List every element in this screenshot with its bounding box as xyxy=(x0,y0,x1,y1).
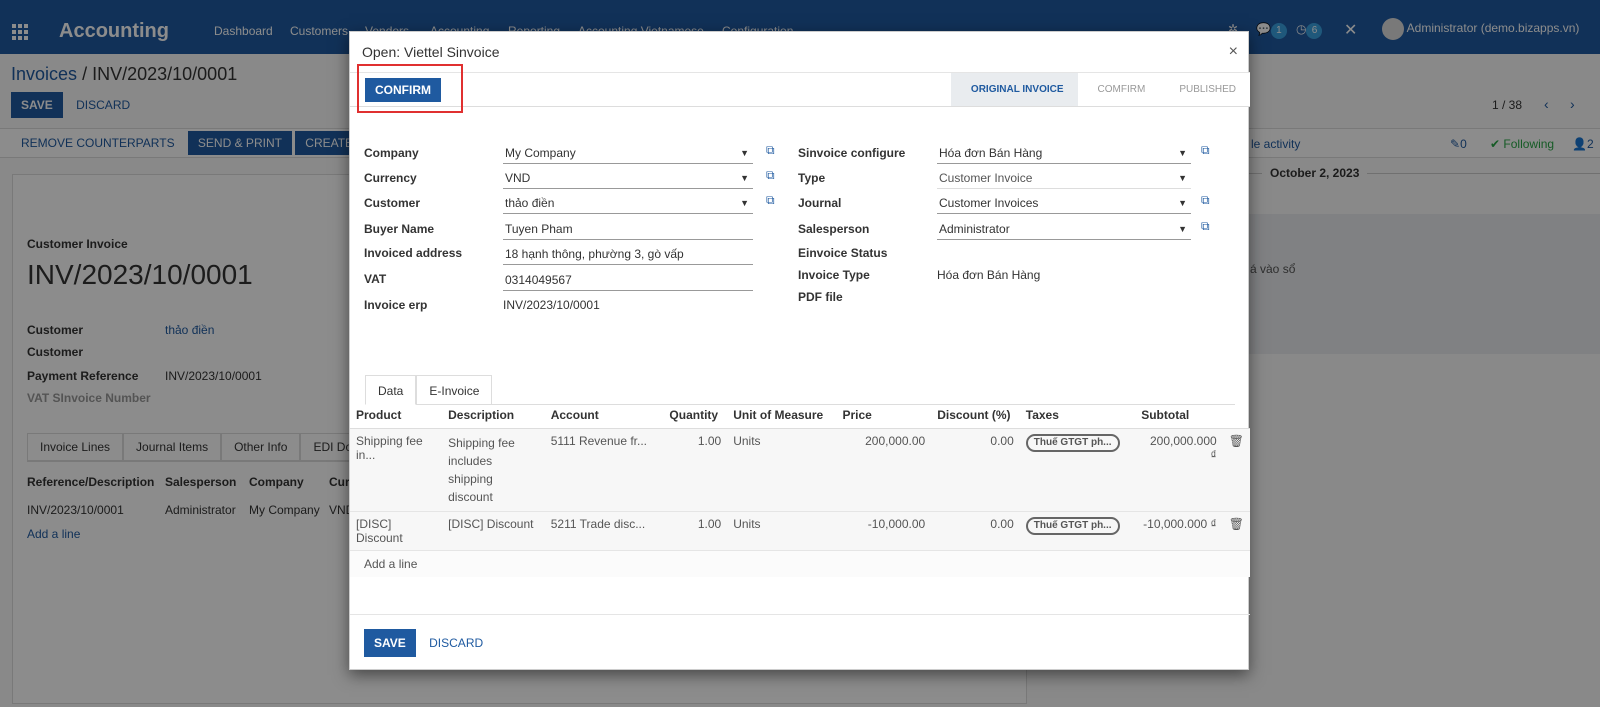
col-quantity[interactable]: Quantity xyxy=(663,403,728,429)
company-select[interactable]: My Company ▼ xyxy=(503,144,753,164)
label-einvoice-status: Einvoice Status xyxy=(798,246,888,260)
external-link-icon[interactable]: ⧉ xyxy=(1201,193,1210,208)
external-link-icon[interactable]: ⧉ xyxy=(1201,143,1210,158)
label-sinvoice-configure: Sinvoice configure xyxy=(798,146,906,160)
cell-quantity[interactable]: 1.00 xyxy=(663,428,727,511)
tab-data[interactable]: Data xyxy=(365,375,417,405)
cell-quantity[interactable]: 1.00 xyxy=(663,511,727,550)
col-account[interactable]: Account xyxy=(544,403,664,429)
cell-product[interactable]: [DISC] Discount xyxy=(350,511,442,550)
currency-select[interactable]: VND ▼ xyxy=(503,169,753,189)
label-salesperson: Salesperson xyxy=(798,222,870,236)
label-buyer-name: Buyer Name xyxy=(364,222,435,236)
step-published[interactable]: PUBLISHED xyxy=(1159,73,1250,106)
tax-badge[interactable]: Thuế GTGT ph... xyxy=(1025,433,1120,452)
col-discount[interactable]: Discount (%) xyxy=(931,403,1020,429)
external-link-icon[interactable]: ⧉ xyxy=(766,193,775,208)
label-company: Company xyxy=(364,146,419,160)
modal-footer: SAVE DISCARD xyxy=(350,614,1250,671)
discard-button[interactable]: DISCARD xyxy=(419,629,493,657)
modal-title: Open: Viettel Sinvoice xyxy=(362,44,500,60)
label-invoice-erp: Invoice erp xyxy=(364,298,428,312)
invoiced-address-input[interactable]: 18 hạnh thông, phường 3, gò vấp xyxy=(503,245,753,265)
external-link-icon[interactable]: ⧉ xyxy=(766,168,775,183)
cell-uom[interactable]: Units xyxy=(727,428,836,511)
table-row[interactable]: Shipping fee in... Shipping fee includes… xyxy=(350,428,1250,511)
cell-discount[interactable]: 0.00 xyxy=(931,428,1020,511)
cell-product[interactable]: Shipping fee in... xyxy=(350,428,442,511)
status-bar: CONFIRM ORIGINAL INVOICE COMFIRM PUBLISH… xyxy=(350,73,1250,107)
highlight-box xyxy=(357,64,463,113)
journal-select[interactable]: Customer Invoices ▼ xyxy=(937,194,1191,214)
label-invoice-type: Invoice Type xyxy=(798,268,870,282)
buyer-name-input[interactable]: Tuyen Pham xyxy=(503,220,753,240)
label-pdf-file: PDF file xyxy=(798,290,843,304)
cell-price[interactable]: -10,000.00 xyxy=(836,511,931,550)
chevron-down-icon: ▼ xyxy=(740,148,749,158)
tab-einvoice[interactable]: E-Invoice xyxy=(416,375,493,405)
chevron-down-icon: ▼ xyxy=(1178,198,1187,208)
chevron-down-icon: ▼ xyxy=(740,173,749,183)
col-uom[interactable]: Unit of Measure xyxy=(727,403,837,429)
label-invoiced-address: Invoiced address xyxy=(364,246,463,260)
col-description[interactable]: Description xyxy=(442,403,545,429)
external-link-icon[interactable]: ⧉ xyxy=(766,143,775,158)
tax-badge[interactable]: Thuế GTGT ph... xyxy=(1025,516,1120,535)
cell-account[interactable]: 5211 Trade disc... xyxy=(545,511,664,550)
cell-uom[interactable]: Units xyxy=(727,511,836,550)
add-line-link[interactable]: Add a line xyxy=(350,550,1250,577)
external-link-icon[interactable]: ⧉ xyxy=(1201,219,1210,234)
save-button[interactable]: SAVE xyxy=(364,629,416,657)
col-product[interactable]: Product xyxy=(350,403,443,429)
col-price[interactable]: Price xyxy=(836,403,932,429)
cell-account[interactable]: 5111 Revenue fr... xyxy=(545,428,664,511)
status-steps: ORIGINAL INVOICE COMFIRM PUBLISHED xyxy=(950,73,1250,106)
trash-icon[interactable]: 🗑 xyxy=(1223,428,1250,511)
invoice-type-link[interactable]: Hóa đơn Bán Hàng xyxy=(935,266,1189,286)
cell-discount[interactable]: 0.00 xyxy=(931,511,1020,550)
chevron-down-icon: ▼ xyxy=(740,198,749,208)
step-original-invoice[interactable]: ORIGINAL INVOICE xyxy=(950,73,1078,106)
table-row[interactable]: [DISC] Discount [DISC] Discount 5211 Tra… xyxy=(350,511,1250,550)
chevron-down-icon: ▼ xyxy=(1178,224,1187,234)
salesperson-select[interactable]: Administrator ▼ xyxy=(937,220,1191,240)
cell-subtotal: -10,000.000 ₫ xyxy=(1143,516,1217,531)
invoice-lines-table: Product Description Account Quantity Uni… xyxy=(350,403,1250,577)
chevron-down-icon: ▼ xyxy=(1178,173,1187,183)
col-taxes[interactable]: Taxes xyxy=(1019,403,1136,429)
customer-select[interactable]: thảo điền ▼ xyxy=(503,194,753,214)
cell-description[interactable]: [DISC] Discount xyxy=(442,511,545,550)
label-currency: Currency xyxy=(364,171,417,185)
label-type: Type xyxy=(798,171,826,185)
label-customer: Customer xyxy=(364,196,421,210)
cell-price[interactable]: 200,000.00 xyxy=(836,428,931,511)
trash-icon[interactable]: 🗑 xyxy=(1223,511,1250,550)
type-select[interactable]: Customer Invoice ▼ xyxy=(937,169,1191,189)
vat-input[interactable]: 0314049567 xyxy=(503,271,753,291)
sinvoice-configure-select[interactable]: Hóa đơn Bán Hàng ▼ xyxy=(937,144,1191,164)
step-confirm[interactable]: COMFIRM xyxy=(1078,73,1160,106)
chevron-down-icon: ▼ xyxy=(1178,148,1187,158)
cell-description[interactable]: Shipping fee includes shipping discount xyxy=(442,428,545,511)
close-icon[interactable]: × xyxy=(1229,43,1238,61)
viettel-sinvoice-dialog: Open: Viettel Sinvoice × CONFIRM ORIGINA… xyxy=(349,31,1250,671)
label-vat: VAT xyxy=(364,272,387,286)
modal-tabs: Data E-Invoice xyxy=(365,375,1235,405)
col-subtotal[interactable]: Subtotal xyxy=(1135,403,1223,429)
cell-subtotal: 200,000.000 ₫ xyxy=(1149,433,1217,462)
label-journal: Journal xyxy=(798,196,842,210)
invoice-erp-link[interactable]: INV/2023/10/0001 xyxy=(501,296,751,316)
modal-header: Open: Viettel Sinvoice × xyxy=(350,32,1250,73)
